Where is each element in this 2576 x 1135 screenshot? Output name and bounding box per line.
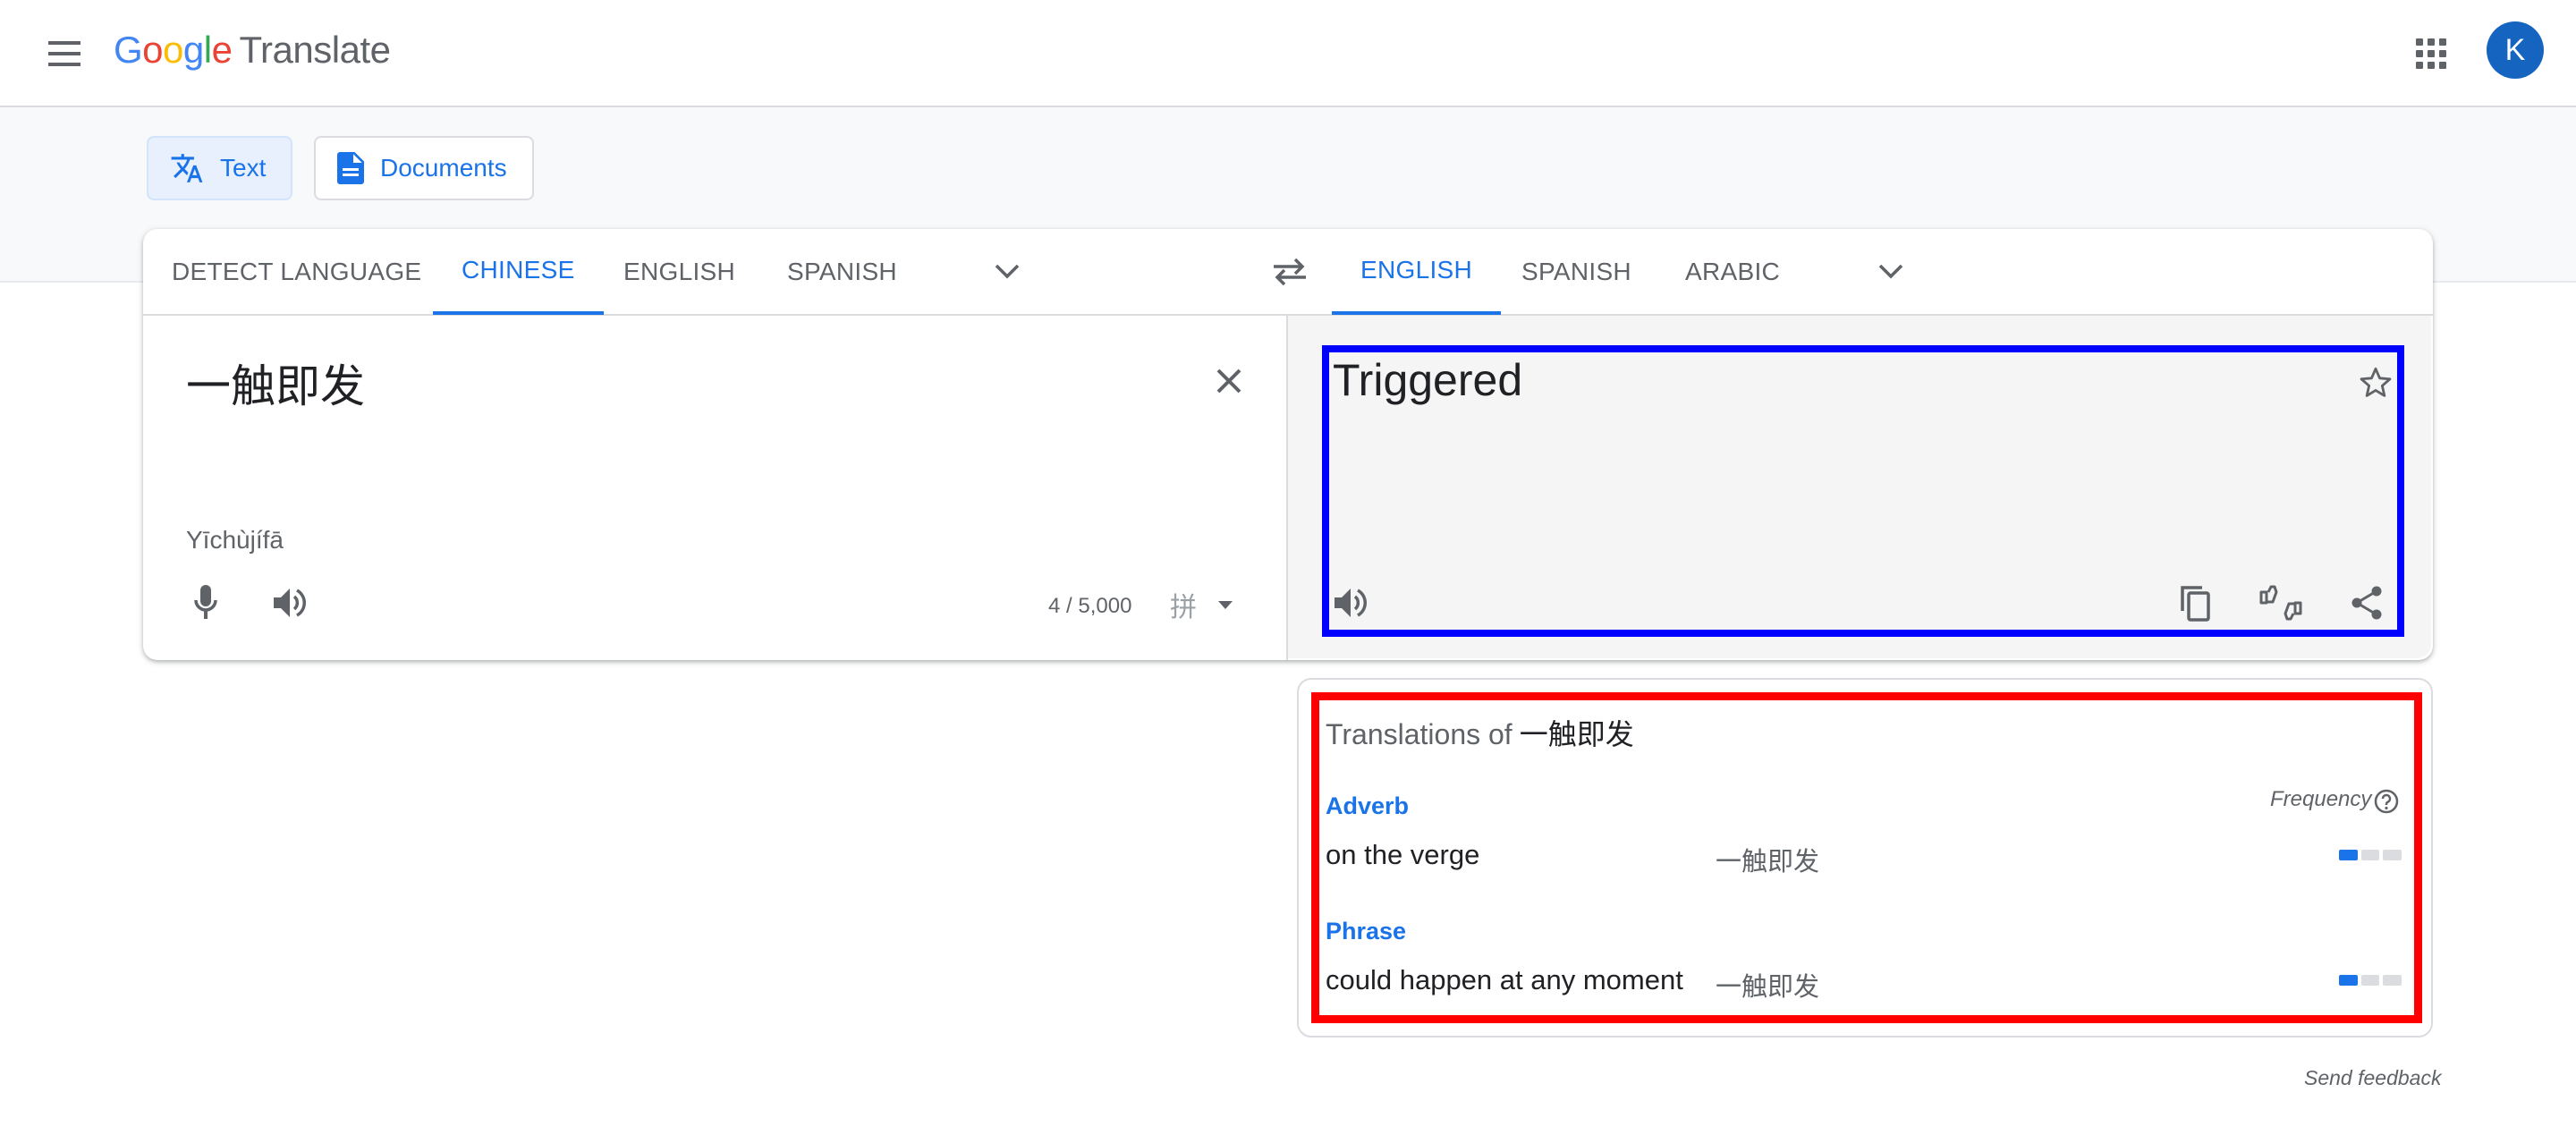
logo-letter-4: g bbox=[182, 29, 204, 71]
document-icon bbox=[337, 152, 364, 184]
copy-translation-button[interactable] bbox=[2170, 578, 2220, 628]
swap-languages-button[interactable] bbox=[1261, 243, 1318, 301]
account-avatar[interactable]: K bbox=[2487, 21, 2544, 79]
input-tools-label: 拼 bbox=[1170, 593, 1197, 623]
frequency-bar bbox=[2339, 850, 2402, 860]
source-tab-detect-language[interactable]: DETECT LANGUAGE bbox=[143, 229, 450, 315]
logo-letter-2: o bbox=[142, 29, 164, 71]
target-tab-spanish[interactable]: SPANISH bbox=[1493, 229, 1660, 315]
speaker-icon bbox=[274, 589, 306, 617]
save-translation-button[interactable] bbox=[2351, 358, 2401, 408]
text-mode-button[interactable]: Text bbox=[147, 136, 293, 200]
logo-letter-1: G bbox=[114, 29, 143, 71]
listen-translation-button[interactable] bbox=[1327, 578, 1377, 628]
character-count: 4 / 5,000 bbox=[1048, 594, 1132, 618]
frequency-segment bbox=[2360, 975, 2380, 986]
more-target-languages-button[interactable] bbox=[1862, 243, 1919, 301]
help-circle-icon[interactable] bbox=[2372, 787, 2401, 816]
clear-source-button[interactable] bbox=[1204, 356, 1254, 406]
translate-icon bbox=[171, 154, 203, 182]
documents-mode-button[interactable]: Documents bbox=[314, 136, 534, 200]
star-icon bbox=[2360, 367, 2392, 397]
frequency-segment bbox=[2383, 850, 2402, 860]
target-tab-english[interactable]: ENGLISH bbox=[1332, 229, 1502, 315]
dictionary-title-prefix: Translations of bbox=[1326, 718, 1513, 750]
pos-label-adverb: Adverb bbox=[1326, 792, 1410, 819]
documents-mode-label: Documents bbox=[380, 154, 507, 182]
frequency-segment bbox=[2339, 975, 2358, 986]
source-tab-chinese[interactable]: CHINESE bbox=[433, 229, 604, 315]
main-menu-button[interactable] bbox=[39, 29, 89, 79]
swap-arrows-icon bbox=[1274, 258, 1306, 286]
google-apps-button[interactable] bbox=[2406, 29, 2456, 79]
speaker-icon bbox=[1335, 589, 1367, 617]
more-source-languages-button[interactable] bbox=[979, 243, 1036, 301]
send-feedback-link[interactable]: Send feedback bbox=[2304, 1066, 2441, 1090]
chevron-down-icon bbox=[1878, 264, 1903, 279]
google-translate-logo[interactable]: Google Translate bbox=[114, 23, 391, 77]
copy-icon bbox=[2181, 586, 2210, 622]
pos-label-phrase: Phrase bbox=[1326, 918, 1407, 944]
thumbs-rating-icon bbox=[2259, 585, 2302, 621]
rate-translation-button[interactable] bbox=[2256, 578, 2306, 628]
source-tab-spanish[interactable]: SPANISH bbox=[758, 229, 926, 315]
input-tools-button[interactable]: 拼 bbox=[1170, 583, 1233, 626]
caret-down-icon bbox=[1218, 600, 1233, 609]
product-name: Translate bbox=[239, 29, 391, 71]
voice-input-button[interactable] bbox=[181, 578, 231, 628]
share-translation-button[interactable] bbox=[2342, 578, 2392, 628]
logo-letter-6: e bbox=[211, 29, 233, 71]
frequency-segment bbox=[2339, 850, 2358, 860]
source-romanization: Yīchùjífā bbox=[186, 526, 284, 554]
close-icon bbox=[1216, 368, 1241, 394]
frequency-bar bbox=[2339, 975, 2402, 986]
frequency-label: Frequency bbox=[2270, 787, 2372, 811]
hamburger-menu-icon bbox=[48, 41, 80, 66]
translation-entry-synonyms[interactable]: 一触即发 bbox=[1716, 966, 1819, 1004]
frequency-segment bbox=[2360, 850, 2380, 860]
logo-letter-5: l bbox=[203, 29, 212, 71]
source-text-input[interactable]: 一触即发 bbox=[186, 351, 365, 415]
translation-entry-word[interactable]: could happen at any moment bbox=[1326, 964, 1683, 996]
share-icon bbox=[2351, 586, 2382, 620]
source-tab-english[interactable]: ENGLISH bbox=[595, 229, 764, 315]
text-mode-label: Text bbox=[220, 154, 267, 182]
microphone-icon bbox=[194, 585, 217, 619]
target-tab-arabic[interactable]: ARABIC bbox=[1657, 229, 1809, 315]
translation-entry-word[interactable]: on the verge bbox=[1326, 839, 1479, 871]
chevron-down-icon bbox=[995, 264, 1020, 279]
translation-output: Triggered bbox=[1333, 355, 1523, 405]
dictionary-title-word: 一触即发 bbox=[1519, 718, 1634, 750]
translation-entry-synonyms[interactable]: 一触即发 bbox=[1716, 841, 1819, 878]
frequency-segment bbox=[2383, 975, 2402, 986]
dictionary-title: Translations of 一触即发 bbox=[1326, 712, 1634, 753]
listen-source-button[interactable] bbox=[267, 578, 317, 628]
logo-letter-3: o bbox=[163, 29, 183, 71]
apps-grid-icon bbox=[2416, 38, 2446, 69]
